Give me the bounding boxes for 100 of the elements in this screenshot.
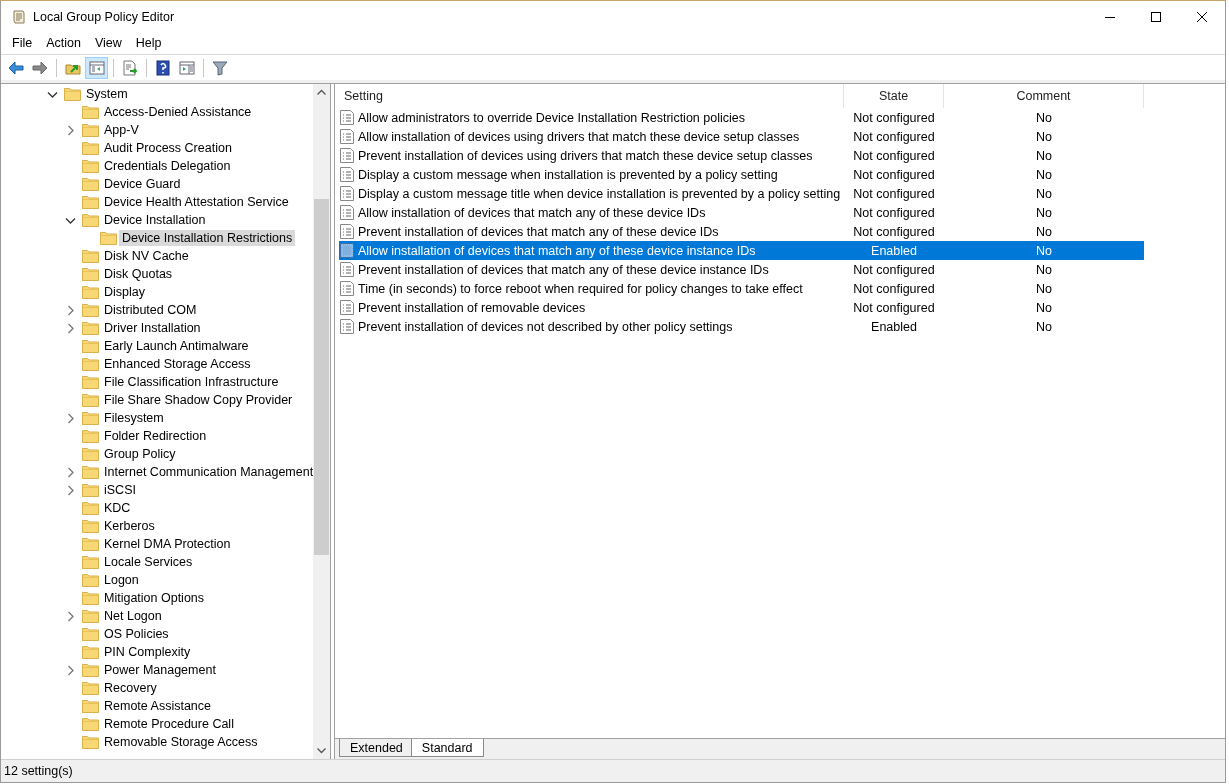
table-cell-text: Enabled [870,243,918,258]
tree-item[interactable]: PIN Complexity [101,644,194,660]
tree-item[interactable]: Filesystem [101,410,167,426]
tree-item[interactable]: File Share Shadow Copy Provider [101,392,296,408]
folder-icon [82,681,99,695]
policy-icon [340,281,354,296]
tree-item[interactable]: Disk Quotas [101,266,176,282]
expand-chevron-icon[interactable] [65,466,76,478]
column-header[interactable]: State [844,84,944,108]
policy-icon [340,129,354,144]
tree-item[interactable]: Locale Services [101,554,196,570]
table-cell-text: Enabled [870,319,918,334]
table-cell-text: Not configured [852,262,936,277]
tree-item[interactable]: Distributed COM [101,302,200,318]
folder-icon [82,141,99,155]
tree-item[interactable]: KDC [101,500,134,516]
table-row[interactable]: Allow installation of devices using drivers that match these device setup classes Not configured No [339,127,1144,146]
tree-item[interactable]: Group Policy [101,446,179,462]
menu-item[interactable]: Help [128,34,169,52]
tree-item[interactable]: Net Logon [101,608,165,624]
folder-icon [82,303,99,317]
tree-item[interactable]: Credentials Delegation [101,158,234,174]
tree-item[interactable]: File Classification Infrastructure [101,374,282,390]
tree-item[interactable]: Device Installation Restrictions [119,230,296,246]
expand-chevron-icon[interactable] [65,412,76,424]
expand-chevron-icon[interactable] [65,484,76,496]
folder-icon [100,231,117,245]
expand-chevron-icon[interactable] [65,124,76,136]
tree-item[interactable]: Kernel DMA Protection [101,536,234,552]
policy-icon [340,262,354,277]
table-row[interactable]: Time (in seconds) to force reboot when required for policy changes to take effect Not configured No [339,279,1144,298]
tree-item[interactable]: App-V [101,122,142,138]
tree-item[interactable]: Recovery [101,680,160,696]
tree-item[interactable]: Logon [101,572,142,588]
expand-chevron-icon[interactable] [65,322,76,334]
status-text: 12 setting(s) [4,764,73,778]
tab[interactable]: Standard [410,739,484,757]
policy-icon [340,167,354,182]
table-cell-text: No [1035,300,1053,315]
table-cell-text: No [1035,129,1053,144]
table-cell-text: No [1035,167,1053,182]
scrollbar[interactable] [313,84,330,759]
expand-chevron-icon[interactable] [65,664,76,676]
tree-item[interactable]: iSCSI [101,482,139,498]
table-row[interactable]: Prevent installation of devices that match any of these device instance IDs Not configured No [339,260,1144,279]
tree-item[interactable]: Device Guard [101,176,184,192]
policy-icon [340,300,354,315]
table-row[interactable]: Prevent installation of devices that match any of these device IDs Not configured No [339,222,1144,241]
folder-icon [82,717,99,731]
table-row[interactable]: Allow administrators to override Device Installation Restriction policies Not configured No [339,108,1144,127]
tree-item[interactable]: OS Policies [101,626,172,642]
folder-icon [82,159,99,173]
folder-icon [82,321,99,335]
tab[interactable]: Extended [339,739,414,757]
menu-item[interactable]: File [5,34,40,52]
tree-item[interactable]: System [83,86,131,102]
table-cell: Prevent installation of devices using drivers that match these device setup classes [358,148,813,163]
close-icon [1197,11,1207,22]
tree-item[interactable]: Disk NV Cache [101,248,192,264]
tree-item[interactable]: Driver Installation [101,320,204,336]
folder-icon [82,213,99,227]
tree-item[interactable]: Power Management [101,662,219,678]
table-row[interactable]: Allow installation of devices that match any of these device IDs Not configured No [339,203,1144,222]
table-row[interactable]: Prevent installation of devices using drivers that match these device setup classes Not configured No [339,146,1144,165]
table-cell-text: Not configured [852,186,936,201]
tree-item[interactable]: Display [101,284,148,300]
folder-icon [82,339,99,353]
tree-item[interactable]: Audit Process Creation [101,140,235,156]
table-row[interactable]: Display a custom message title when device installation is prevented by a policy setting Not configured No [339,184,1144,203]
tree-item[interactable]: Kerberos [101,518,158,534]
tree-item[interactable]: Enhanced Storage Access [101,356,254,372]
tree-item[interactable]: Early Launch Antimalware [101,338,252,354]
folder-icon [82,195,99,209]
policy-icon [340,110,354,125]
expand-chevron-icon[interactable] [65,610,76,622]
back-arrow-icon [7,59,24,76]
folder-icon [64,87,81,101]
tree-item[interactable]: Device Installation [101,212,209,228]
folder-icon [82,429,99,443]
maximize-icon [1151,11,1161,22]
column-header[interactable]: Comment [944,84,1144,108]
tree-item[interactable]: Internet Communication Management [101,464,313,480]
tree-item[interactable]: Folder Redirection [101,428,210,444]
tree-item[interactable]: Access-Denied Assistance [101,104,255,120]
menu-item[interactable]: Action [39,34,88,52]
folder-icon [82,699,99,713]
column-header[interactable]: Setting [339,84,844,108]
tree-item[interactable]: Remote Assistance [101,698,214,714]
table-row[interactable]: Prevent installation of devices not described by other policy settings Enabled No [339,317,1144,336]
table-row[interactable]: Prevent installation of removable devices Not configured No [339,298,1144,317]
folder-icon [82,519,99,533]
tree-item[interactable]: Remote Procedure Call [101,716,237,732]
folder-icon [82,501,99,515]
tree-item[interactable]: Device Health Attestation Service [101,194,292,210]
expand-chevron-icon[interactable] [65,304,76,316]
menu-item[interactable]: View [87,34,129,52]
tree-item[interactable]: Removable Storage Access [101,734,261,750]
table-row[interactable]: Allow installation of devices that match any of these device instance IDs Enabled No [339,241,1144,260]
tree-item[interactable]: Mitigation Options [101,590,208,606]
table-row[interactable]: Display a custom message when installation is prevented by a policy setting Not configured No [339,165,1144,184]
